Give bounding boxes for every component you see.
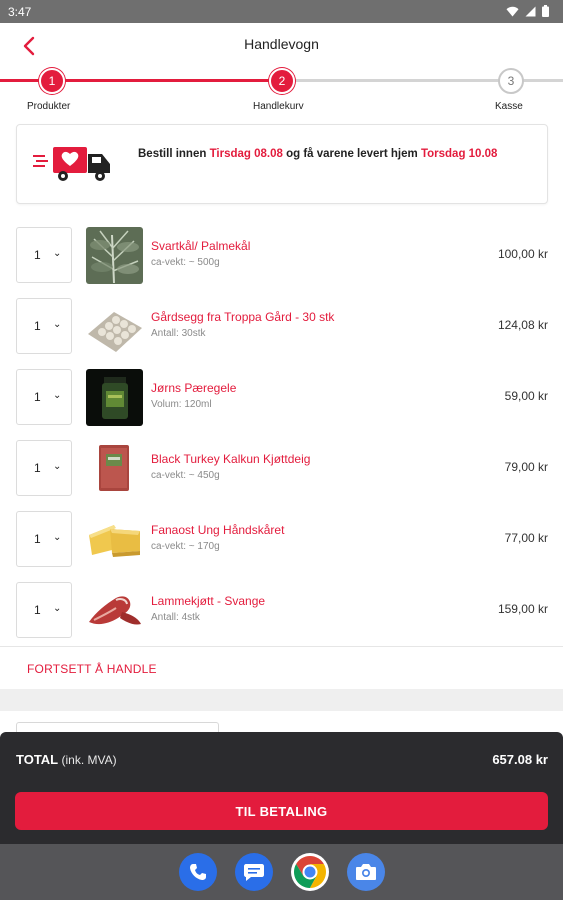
step-1-label: Produkter xyxy=(27,101,71,112)
delivery-date: Torsdag 10.08 xyxy=(420,148,498,160)
delivery-text-1: Bestill innen xyxy=(138,148,210,160)
quantity-select[interactable]: 1 ⌄ xyxy=(16,511,72,567)
product-name[interactable]: Black Turkey Kalkun Kjøttdeig xyxy=(151,452,310,466)
chevron-down-icon: ⌄ xyxy=(53,248,62,259)
quantity-value: 1 xyxy=(34,390,41,404)
step-3-number: 3 xyxy=(507,74,515,88)
cart-item: 1 ⌄ Jørns Pæregele Volum: 120ml 59,00 kr xyxy=(0,367,563,427)
product-name[interactable]: Svartkål/ Palmekål xyxy=(151,239,250,253)
quantity-select[interactable]: 1 ⌄ xyxy=(16,440,72,496)
signal-icon xyxy=(525,6,536,16)
chevron-down-icon: ⌄ xyxy=(53,532,62,543)
cart-item: 1 ⌄ Svartkål/ Palmekål ca-vekt: ~ 500g 10… xyxy=(0,225,563,285)
product-image-cheese[interactable] xyxy=(86,511,143,568)
wifi-icon xyxy=(506,6,519,16)
quantity-value: 1 xyxy=(34,248,41,262)
cart-item: 1 ⌄ Lammekjøtt - Svange Antall: 4stk 159,… xyxy=(0,580,563,640)
chrome-icon[interactable] xyxy=(291,853,329,891)
product-price: 77,00 kr xyxy=(504,531,548,545)
step-3[interactable]: 3 xyxy=(498,68,524,94)
chevron-down-icon: ⌄ xyxy=(53,603,62,614)
product-price: 124,08 kr xyxy=(497,318,548,332)
quantity-select[interactable]: 1 ⌄ xyxy=(16,298,72,354)
total-label: TOTAL (ink. MVA) xyxy=(16,752,117,767)
product-image-ground-meat[interactable] xyxy=(86,440,143,497)
total-amount: 657.08 kr xyxy=(492,752,548,767)
quantity-select[interactable]: 1 ⌄ xyxy=(16,369,72,425)
product-detail: ca-vekt: ~ 450g xyxy=(151,470,220,481)
quantity-value: 1 xyxy=(34,319,41,333)
page-title: Handlevogn xyxy=(244,36,319,52)
delivery-text-2: og få varene levert hjem xyxy=(282,148,421,160)
product-detail: Volum: 120ml xyxy=(151,399,212,410)
quantity-value: 1 xyxy=(34,603,41,617)
quantity-value: 1 xyxy=(34,461,41,475)
product-price: 59,00 kr xyxy=(504,389,548,403)
cart-item: 1 ⌄ Black Turkey Kalkun Kjøttdeig ca-vekt… xyxy=(0,438,563,498)
app-header: Handlevogn xyxy=(0,23,563,68)
product-detail: Antall: 4stk xyxy=(151,612,200,623)
step-2-number: 2 xyxy=(278,74,286,88)
product-image-eggs[interactable] xyxy=(86,298,143,355)
delivery-info-card: Bestill innen Tirsdag 08.08 og få varene… xyxy=(16,124,548,204)
section-separator xyxy=(0,689,563,711)
product-name[interactable]: Jørns Pæregele xyxy=(151,381,236,395)
cart-item: 1 ⌄ Fanaost Ung Håndskåret ca-vekt: ~ 170… xyxy=(0,509,563,569)
product-image-lamb[interactable] xyxy=(86,582,143,639)
total-vat-note: (ink. MVA) xyxy=(61,753,117,767)
step-2-label: Handlekurv xyxy=(253,101,304,112)
product-name[interactable]: Gårdsegg fra Troppa Gård - 30 stk xyxy=(151,310,334,324)
messages-icon[interactable] xyxy=(235,853,273,891)
battery-icon xyxy=(542,5,549,17)
step-3-label: Kasse xyxy=(495,101,523,112)
chevron-down-icon: ⌄ xyxy=(53,390,62,401)
app-dock xyxy=(0,844,563,900)
checkout-summary-panel: TOTAL (ink. MVA) 657.08 kr TIL BETALING xyxy=(0,732,563,844)
product-price: 159,00 kr xyxy=(497,602,548,616)
product-price: 100,00 kr xyxy=(497,247,548,261)
product-detail: ca-vekt: ~ 500g xyxy=(151,257,220,268)
phone-icon[interactable] xyxy=(179,853,217,891)
product-detail: ca-vekt: ~ 170g xyxy=(151,541,220,552)
delivery-truck-icon xyxy=(33,147,110,181)
product-name[interactable]: Fanaost Ung Håndskåret xyxy=(151,523,284,537)
order-by-date: Tirsdag 08.08 xyxy=(209,148,283,160)
continue-shopping-link[interactable]: FORTSETT Å HANDLE xyxy=(27,662,157,676)
status-time: 3:47 xyxy=(8,5,32,19)
step-2[interactable]: 2 xyxy=(269,68,295,94)
divider xyxy=(0,646,563,647)
checkout-stepper: 1 2 3 Produkter Handlekurv Kasse xyxy=(0,66,563,116)
product-detail: Antall: 30stk xyxy=(151,328,206,339)
total-label-text: TOTAL xyxy=(16,752,58,767)
status-bar: 3:47 xyxy=(0,0,563,23)
camera-icon[interactable] xyxy=(347,853,385,891)
delivery-message: Bestill innen Tirsdag 08.08 og få varene… xyxy=(138,148,497,160)
step-1[interactable]: 1 xyxy=(39,68,65,94)
chevron-down-icon: ⌄ xyxy=(53,461,62,472)
chevron-down-icon: ⌄ xyxy=(53,319,62,330)
product-image-jar[interactable] xyxy=(86,369,143,426)
quantity-value: 1 xyxy=(34,532,41,546)
quantity-select[interactable]: 1 ⌄ xyxy=(16,582,72,638)
quantity-select[interactable]: 1 ⌄ xyxy=(16,227,72,283)
cart-item: 1 ⌄ Gårdsegg fra Troppa Gård - 30 stk Ant… xyxy=(0,296,563,356)
product-price: 79,00 kr xyxy=(504,460,548,474)
product-image-kale[interactable] xyxy=(86,227,143,284)
product-name[interactable]: Lammekjøtt - Svange xyxy=(151,594,265,608)
step-1-number: 1 xyxy=(48,74,56,88)
checkout-button[interactable]: TIL BETALING xyxy=(15,792,548,830)
status-icons xyxy=(506,5,549,17)
